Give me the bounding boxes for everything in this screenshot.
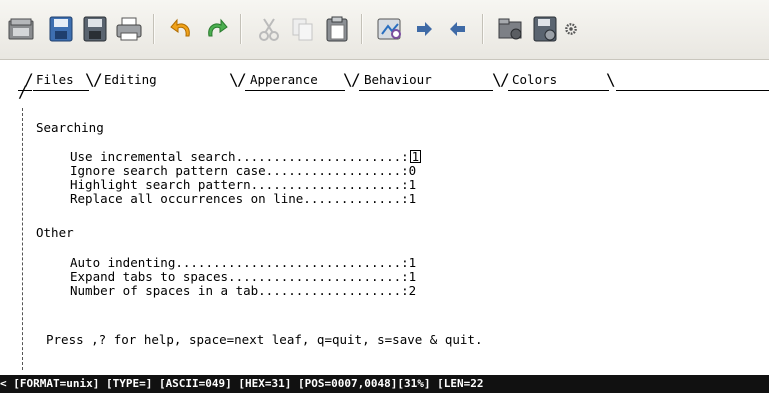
toolbar-separator xyxy=(240,14,242,44)
tab-underline xyxy=(33,90,89,91)
option-row[interactable]: Number of spaces in a tab...............… xyxy=(70,284,416,298)
toolbar-separator xyxy=(482,14,484,44)
option-row[interactable]: Auto indenting..........................… xyxy=(70,256,416,270)
cut-icon[interactable] xyxy=(254,14,284,44)
paste-icon[interactable] xyxy=(322,14,352,44)
status-bar: < [FORMAT=unix] [TYPE=] [ASCII=049] [HEX… xyxy=(0,375,769,393)
option-label: Highlight search pattern................… xyxy=(70,177,409,192)
toolbar xyxy=(0,0,769,60)
tab-underline xyxy=(508,90,609,91)
tab-separator: / xyxy=(18,82,28,101)
option-row[interactable]: Ignore search pattern case..............… xyxy=(70,164,416,178)
folder-settings-icon[interactable] xyxy=(496,14,526,44)
undo-icon[interactable] xyxy=(167,14,197,44)
option-row[interactable]: Use incremental search..................… xyxy=(70,149,422,164)
tab-underline xyxy=(359,90,493,91)
option-label: Auto indenting..........................… xyxy=(70,255,409,270)
save-settings-icon[interactable] xyxy=(530,14,560,44)
tab-colors[interactable]: Colors xyxy=(512,70,557,90)
option-label: Use incremental search..................… xyxy=(70,149,409,164)
open-folder-icon[interactable] xyxy=(6,14,36,44)
option-value[interactable]: 1 xyxy=(409,150,422,163)
gear-icon[interactable] xyxy=(564,14,578,44)
option-value[interactable]: 0 xyxy=(409,163,417,178)
save-as-icon[interactable] xyxy=(80,14,110,44)
tab-separator: / xyxy=(500,70,510,89)
help-text: Press ,? for help, space=next leaf, q=qu… xyxy=(46,332,483,347)
tab-separator: / xyxy=(93,70,103,89)
option-row[interactable]: Replace all occurrences on line.........… xyxy=(70,192,416,206)
option-row[interactable]: Highlight search pattern................… xyxy=(70,178,416,192)
redo-icon[interactable] xyxy=(201,14,231,44)
tab-apperance[interactable]: Apperance xyxy=(250,70,318,90)
copy-icon[interactable] xyxy=(288,14,318,44)
save-icon[interactable] xyxy=(46,14,76,44)
tab-underline xyxy=(616,90,769,91)
find-icon[interactable] xyxy=(375,14,405,44)
tab-separator: \ xyxy=(606,70,616,89)
option-value[interactable]: 1 xyxy=(409,177,417,192)
forward-arrow-icon[interactable] xyxy=(409,14,439,44)
panel-border xyxy=(22,108,24,370)
option-value[interactable]: 1 xyxy=(409,191,417,206)
tab-files[interactable]: Files xyxy=(36,70,74,90)
tab-separator: / xyxy=(351,70,361,89)
print-icon[interactable] xyxy=(114,14,144,44)
back-arrow-icon[interactable] xyxy=(443,14,473,44)
option-label: Replace all occurrences on line.........… xyxy=(70,191,409,206)
toolbar-separator xyxy=(361,14,363,44)
editor-area[interactable]: / Files \ / Editing \ / Apperance \ / Be… xyxy=(0,60,769,375)
option-row[interactable]: Expand tabs to spaces...................… xyxy=(70,270,416,284)
tab-editing[interactable]: Editing xyxy=(104,70,157,90)
section-heading-searching: Searching xyxy=(36,120,104,135)
option-value[interactable]: 1 xyxy=(409,255,417,270)
option-label: Ignore search pattern case..............… xyxy=(70,163,409,178)
option-label: Expand tabs to spaces...................… xyxy=(70,269,409,284)
option-value[interactable]: 1 xyxy=(409,269,417,284)
option-label: Number of spaces in a tab...............… xyxy=(70,283,409,298)
option-value[interactable]: 2 xyxy=(409,283,417,298)
tab-underline xyxy=(245,90,345,91)
toolbar-separator xyxy=(153,14,155,44)
tab-behaviour[interactable]: Behaviour xyxy=(364,70,432,90)
section-heading-other: Other xyxy=(36,225,74,240)
tab-separator: / xyxy=(237,70,247,89)
